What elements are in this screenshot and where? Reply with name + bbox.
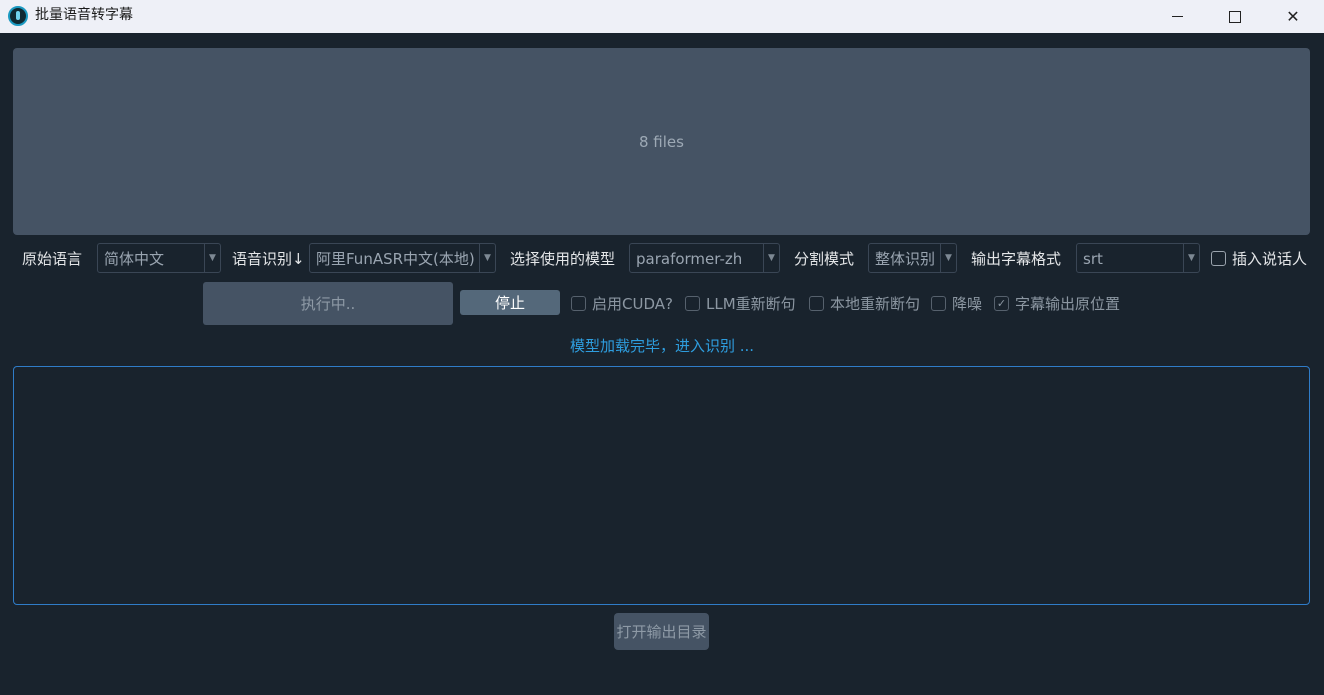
local-resegment-checkbox[interactable]: 本地重新断句 (809, 293, 920, 313)
stop-button[interactable]: 停止 (460, 290, 560, 315)
model-label: 选择使用的模型 (510, 250, 616, 268)
window-title: 批量语音转字幕 (35, 7, 133, 23)
model-value: paraformer-zh (636, 250, 743, 268)
chevron-down-icon: ▼ (763, 244, 779, 272)
maximize-icon (1229, 10, 1241, 23)
checkbox-unchecked-icon (1211, 250, 1226, 266)
insert-speaker-label: 插入说话人 (1232, 249, 1308, 268)
stop-button-label: 停止 (494, 294, 525, 312)
log-textarea[interactable] (13, 366, 1310, 605)
source-language-label: 原始语言 (22, 250, 83, 268)
checkbox-unchecked-icon (931, 295, 946, 311)
recognition-select[interactable]: 阿里FunASR中文(本地) ▼ (309, 243, 496, 273)
output-original-location-label: 字幕输出原位置 (1015, 294, 1121, 313)
open-output-folder-button[interactable]: 打开输出目录 (614, 613, 709, 650)
denoise-checkbox[interactable]: 降噪 (931, 293, 982, 313)
recognition-label: 语音识别↓ (232, 250, 305, 268)
close-icon: ✕ (1286, 7, 1300, 26)
subtitle-format-label: 输出字幕格式 (971, 250, 1062, 268)
checkbox-unchecked-icon (685, 295, 700, 311)
split-mode-select[interactable]: 整体识别 ▼ (868, 243, 957, 273)
insert-speaker-checkbox[interactable]: 插入说话人 (1211, 248, 1307, 268)
chevron-down-icon: ▼ (1183, 244, 1199, 272)
denoise-label: 降噪 (952, 294, 983, 313)
source-language-select[interactable]: 简体中文 ▼ (97, 243, 221, 273)
chevron-down-icon: ▼ (204, 244, 220, 272)
enable-cuda-label: 启用CUDA? (592, 294, 673, 313)
maximize-button[interactable] (1206, 0, 1264, 33)
recognition-value: 阿里FunASR中文(本地) (316, 250, 475, 268)
checkbox-unchecked-icon (809, 295, 824, 311)
local-resegment-label: 本地重新断句 (830, 294, 921, 313)
split-mode-label: 分割模式 (794, 250, 855, 268)
open-output-folder-label: 打开输出目录 (616, 623, 707, 641)
minimize-button[interactable] (1148, 0, 1206, 33)
minimize-icon (1171, 16, 1183, 17)
llm-resegment-label: LLM重新断句 (706, 294, 796, 313)
enable-cuda-checkbox[interactable]: 启用CUDA? (571, 293, 673, 313)
close-button[interactable]: ✕ (1264, 0, 1322, 33)
subtitle-format-select[interactable]: srt ▼ (1076, 243, 1200, 273)
subtitle-format-value: srt (1083, 250, 1103, 268)
chevron-down-icon: ▼ (479, 244, 495, 272)
run-button[interactable]: 执行中.. (203, 282, 453, 325)
source-language-value: 简体中文 (104, 250, 165, 268)
run-button-label: 执行中.. (300, 295, 356, 313)
split-mode-value: 整体识别 (875, 250, 936, 268)
checkbox-unchecked-icon (571, 295, 586, 311)
model-select[interactable]: paraformer-zh ▼ (629, 243, 780, 273)
output-original-location-checkbox[interactable]: ✓ 字幕输出原位置 (994, 293, 1120, 313)
file-count-label: 8 files (639, 132, 684, 151)
checkbox-checked-icon: ✓ (994, 295, 1009, 311)
app-logo-icon (8, 6, 28, 26)
chevron-down-icon: ▼ (940, 244, 956, 272)
llm-resegment-checkbox[interactable]: LLM重新断句 (685, 293, 796, 313)
title-bar: 批量语音转字幕 ✕ (0, 0, 1324, 33)
status-message: 模型加载完毕，进入识别 ... (569, 337, 755, 355)
file-drop-zone[interactable]: 8 files (13, 48, 1310, 235)
